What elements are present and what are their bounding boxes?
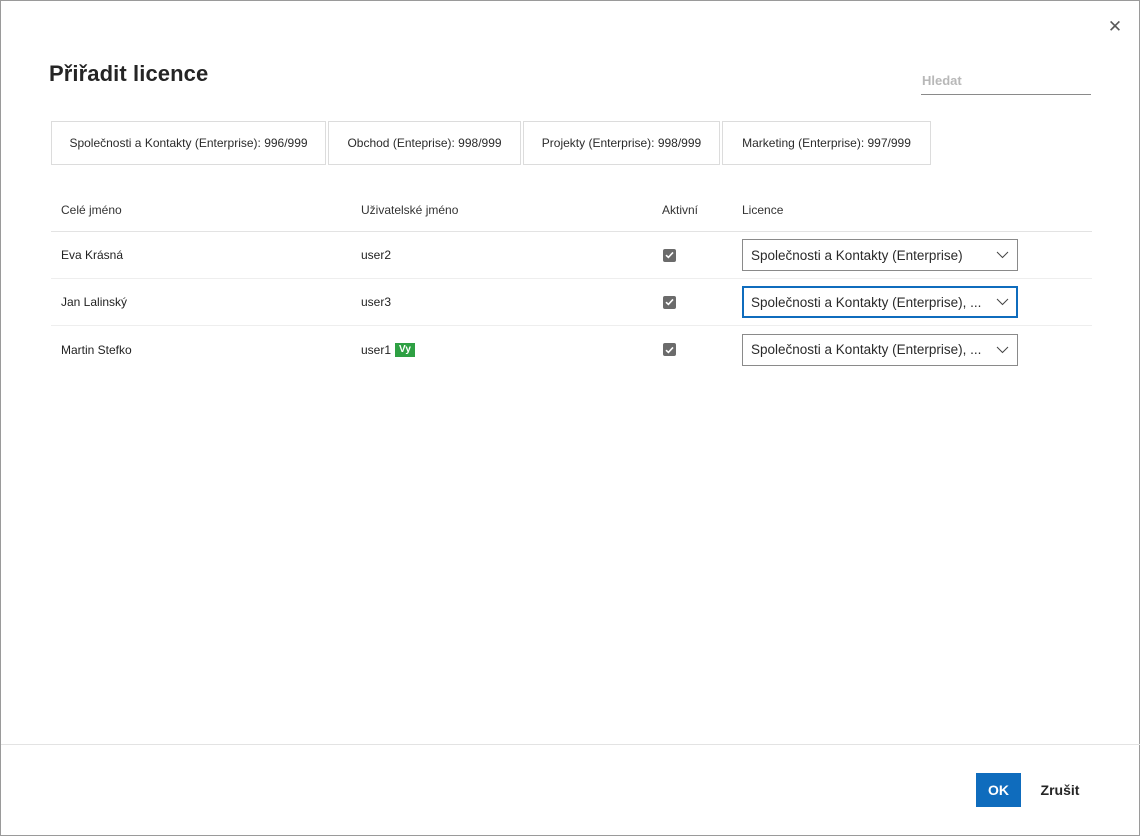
license-select[interactable]: Společnosti a Kontakty (Enterprise), ... [742, 286, 1018, 318]
chevron-down-icon [996, 298, 1009, 306]
active-checkbox[interactable] [663, 248, 676, 262]
active-cell [651, 248, 731, 262]
full-name-cell: Jan Lalinský [61, 295, 128, 309]
column-header-license[interactable]: Licence [731, 203, 1092, 217]
active-cell [651, 295, 731, 309]
chevron-down-icon [996, 251, 1009, 259]
table-row: Martin Stefko user1 Vy Společnosti a Kon… [51, 326, 1092, 373]
table-row: Eva Krásná user2 Společnosti a Kontakty … [51, 232, 1092, 279]
checkmark-icon [665, 346, 674, 354]
license-select[interactable]: Společnosti a Kontakty (Enterprise), ... [742, 333, 1018, 366]
license-tab-marketing[interactable]: Marketing (Enterprise): 997/999 [722, 121, 931, 165]
close-icon[interactable]: ✕ [1107, 18, 1123, 35]
license-cell: Společnosti a Kontakty (Enterprise), ... [731, 333, 1092, 366]
username-cell: user2 [361, 248, 392, 262]
license-tab-sales[interactable]: Obchod (Enteprise): 998/999 [328, 121, 521, 165]
username-cell: user1 [361, 342, 392, 357]
full-name-cell: Martin Stefko [61, 342, 132, 357]
cancel-button[interactable]: Zrušit [1032, 773, 1088, 807]
users-table: Celé jméno Uživatelské jméno Aktivní Lic… [51, 189, 1092, 373]
license-tabs: Společnosti a Kontakty (Enterprise): 996… [51, 121, 933, 165]
license-select[interactable]: Společnosti a Kontakty (Enterprise) [742, 239, 1018, 271]
table-row: Jan Lalinský user3 Společnosti a Kontakt… [51, 279, 1092, 326]
checkmark-icon [665, 298, 674, 306]
license-select-value: Společnosti a Kontakty (Enterprise) [751, 247, 963, 263]
search-input[interactable] [921, 65, 1091, 95]
current-user-badge: Vy [395, 342, 415, 357]
active-checkbox[interactable] [663, 295, 676, 309]
checkmark-icon [665, 251, 674, 259]
username-cell-wrapper: user3 [351, 295, 651, 309]
column-header-full-name[interactable]: Celé jméno [51, 203, 351, 217]
assign-licenses-dialog: ✕ Přiřadit licence Společnosti a Kontakt… [0, 0, 1140, 836]
table-header: Celé jméno Uživatelské jméno Aktivní Lic… [51, 189, 1092, 232]
ok-button[interactable]: OK [976, 773, 1021, 807]
license-tab-projects[interactable]: Projekty (Enterprise): 998/999 [523, 121, 720, 165]
active-cell [651, 343, 731, 356]
dialog-title: Přiřadit licence [49, 61, 209, 86]
license-tab-companies-contacts[interactable]: Společnosti a Kontakty (Enterprise): 996… [51, 121, 326, 165]
column-header-username[interactable]: Uživatelské jméno [351, 203, 651, 217]
column-header-active[interactable]: Aktivní [651, 203, 731, 217]
license-cell: Společnosti a Kontakty (Enterprise), ... [731, 286, 1092, 318]
active-checkbox[interactable] [663, 343, 676, 356]
username-cell-wrapper: user1 Vy [351, 342, 651, 357]
license-cell: Společnosti a Kontakty (Enterprise) [731, 239, 1092, 271]
license-select-value: Společnosti a Kontakty (Enterprise), ... [751, 342, 982, 357]
chevron-down-icon [996, 346, 1009, 353]
username-cell: user3 [361, 295, 392, 309]
username-cell-wrapper: user2 [351, 248, 651, 262]
license-select-value: Společnosti a Kontakty (Enterprise), ... [751, 294, 982, 310]
full-name-cell: Eva Krásná [61, 248, 124, 262]
footer-divider [1, 744, 1140, 745]
